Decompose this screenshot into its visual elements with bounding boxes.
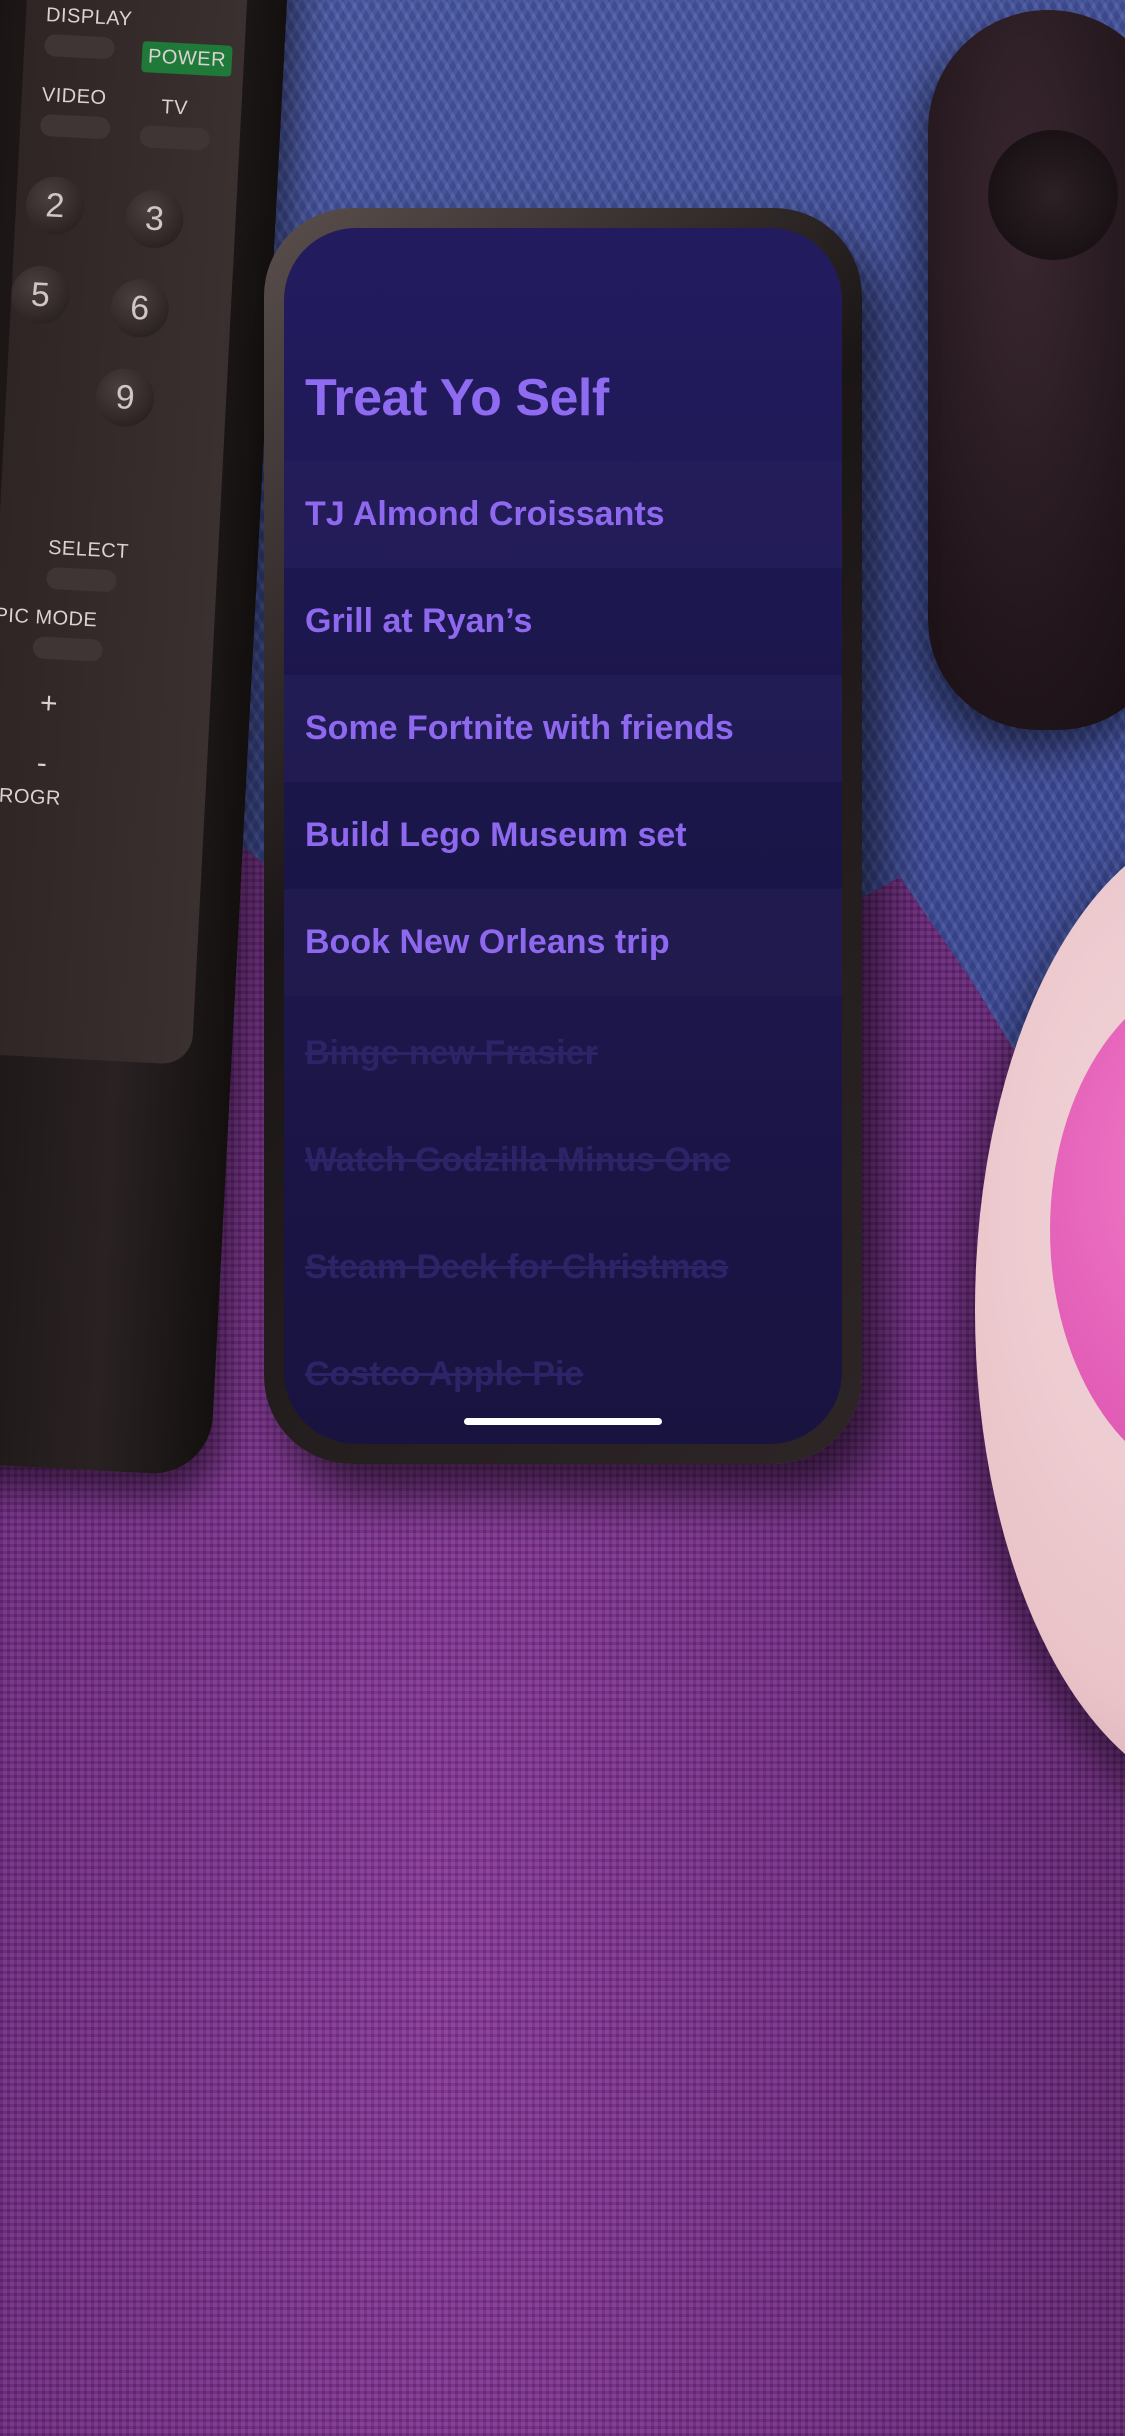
- todo-item[interactable]: TJ Almond Croissants: [284, 461, 842, 568]
- completed-todo-list: Binge new Frasier Watch Godzilla Minus O…: [284, 1000, 842, 1428]
- todo-item[interactable]: Grill at Ryan’s: [284, 568, 842, 675]
- remote-label-minus: -: [36, 746, 49, 781]
- todo-item[interactable]: Build Lego Museum set: [284, 782, 842, 889]
- remote-select-button: [46, 566, 118, 593]
- remote-label-power: POWER: [141, 41, 233, 77]
- remote-label-display: DISPLAY: [45, 3, 133, 31]
- page-title: Treat Yo Self: [305, 369, 609, 427]
- remote-label-plus: +: [39, 686, 59, 721]
- remote-key-9: 9: [94, 367, 156, 429]
- remote-key-2: 2: [24, 175, 86, 237]
- remote-key-6: 6: [109, 277, 171, 339]
- todo-item[interactable]: Some Fortnite with friends: [284, 675, 842, 782]
- remote-pic-mode-button: [32, 636, 104, 662]
- remote-face: DISPLAY POWER VIDEO TV 2 3 5 6 9 SELECT …: [0, 0, 248, 1066]
- completed-todo-item[interactable]: Steam Deck for Christmas: [284, 1214, 842, 1321]
- active-todo-list: TJ Almond Croissants Grill at Ryan’s Som…: [284, 461, 842, 996]
- remote-key-5: 5: [9, 264, 71, 326]
- remote-label-select: SELECT: [47, 536, 130, 564]
- home-indicator[interactable]: [464, 1418, 662, 1425]
- remote-label-progr: PROGR: [0, 783, 62, 810]
- todo-item[interactable]: Book New Orleans trip: [284, 889, 842, 996]
- remote-tv-button: [139, 125, 211, 151]
- remote-video-button: [39, 113, 111, 140]
- controller-dpad: [988, 130, 1118, 260]
- remote-label-video: VIDEO: [41, 83, 108, 110]
- remote-display-button: [43, 33, 115, 60]
- completed-todo-item[interactable]: Binge new Frasier: [284, 1000, 842, 1107]
- phone-screen: Treat Yo Self TJ Almond Croissants Grill…: [284, 228, 842, 1444]
- game-controller: [928, 10, 1125, 730]
- completed-todo-item[interactable]: Watch Godzilla Minus One: [284, 1107, 842, 1214]
- phone-device: Treat Yo Self TJ Almond Croissants Grill…: [264, 208, 862, 1464]
- remote-label-tv: TV: [160, 96, 189, 120]
- completed-todo-item[interactable]: Costco Apple Pie: [284, 1321, 842, 1428]
- remote-key-3: 3: [124, 188, 185, 250]
- remote-label-pic-mode: PIC MODE: [0, 604, 98, 632]
